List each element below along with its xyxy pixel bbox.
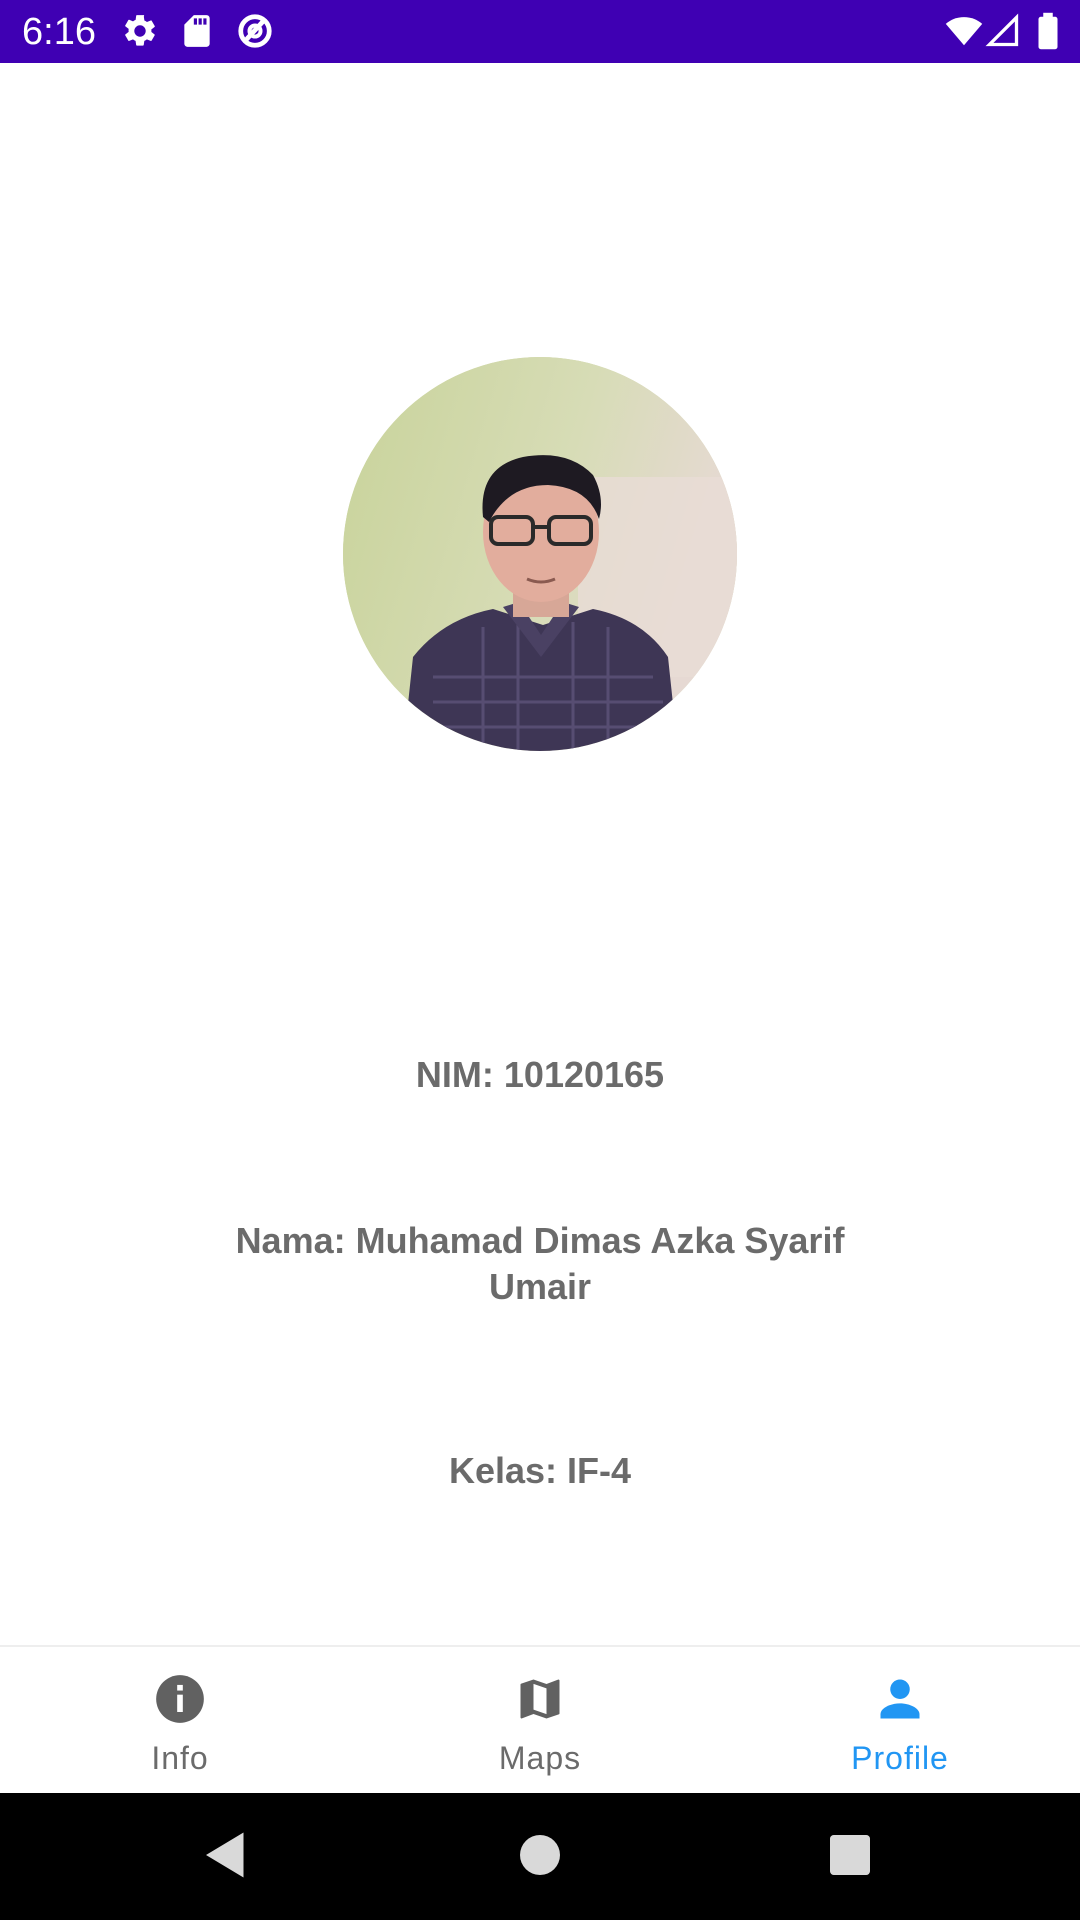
profile-avatar xyxy=(343,357,737,751)
status-time: 6:16 xyxy=(22,11,96,53)
nav-label-info: Info xyxy=(151,1740,209,1776)
profile-photo xyxy=(343,357,737,751)
back-icon[interactable] xyxy=(196,1825,256,1885)
nav-label-maps: Maps xyxy=(498,1740,582,1776)
bottom-navigation: Info Maps Profile xyxy=(0,1645,1080,1793)
battery-icon xyxy=(1038,12,1058,50)
nav-label-profile: Profile xyxy=(851,1740,949,1776)
data-saver-icon xyxy=(238,14,272,48)
home-icon[interactable] xyxy=(510,1825,570,1885)
cell-signal-icon xyxy=(985,13,1019,47)
info-icon xyxy=(156,1675,204,1723)
kelas-text: Kelas: IF-4 xyxy=(448,1450,632,1491)
gear-icon xyxy=(125,15,155,46)
status-bar: 6:16 xyxy=(0,0,1080,63)
profile-content: NIM: 10120165 Nama: Muhamad Dimas Azka S… xyxy=(0,63,1080,1645)
sd-card-icon xyxy=(184,15,210,47)
nim-text: NIM: 10120165 xyxy=(415,1054,665,1095)
wifi-icon xyxy=(945,17,983,46)
nav-item-profile[interactable]: Profile xyxy=(720,1647,1080,1795)
recents-icon[interactable] xyxy=(820,1825,880,1885)
map-icon xyxy=(520,1679,560,1719)
nama-text: Nama: Muhamad Dimas Azka Syarif Umair xyxy=(235,1220,845,1307)
nav-item-info[interactable]: Info xyxy=(0,1647,360,1795)
nav-item-maps[interactable]: Maps xyxy=(360,1647,720,1795)
screen: 6:16 NIM: 10120165 Nama: Muhamad Dimas A… xyxy=(0,0,1080,1920)
person-icon xyxy=(880,1679,920,1719)
system-navigation-bar xyxy=(0,1793,1080,1920)
